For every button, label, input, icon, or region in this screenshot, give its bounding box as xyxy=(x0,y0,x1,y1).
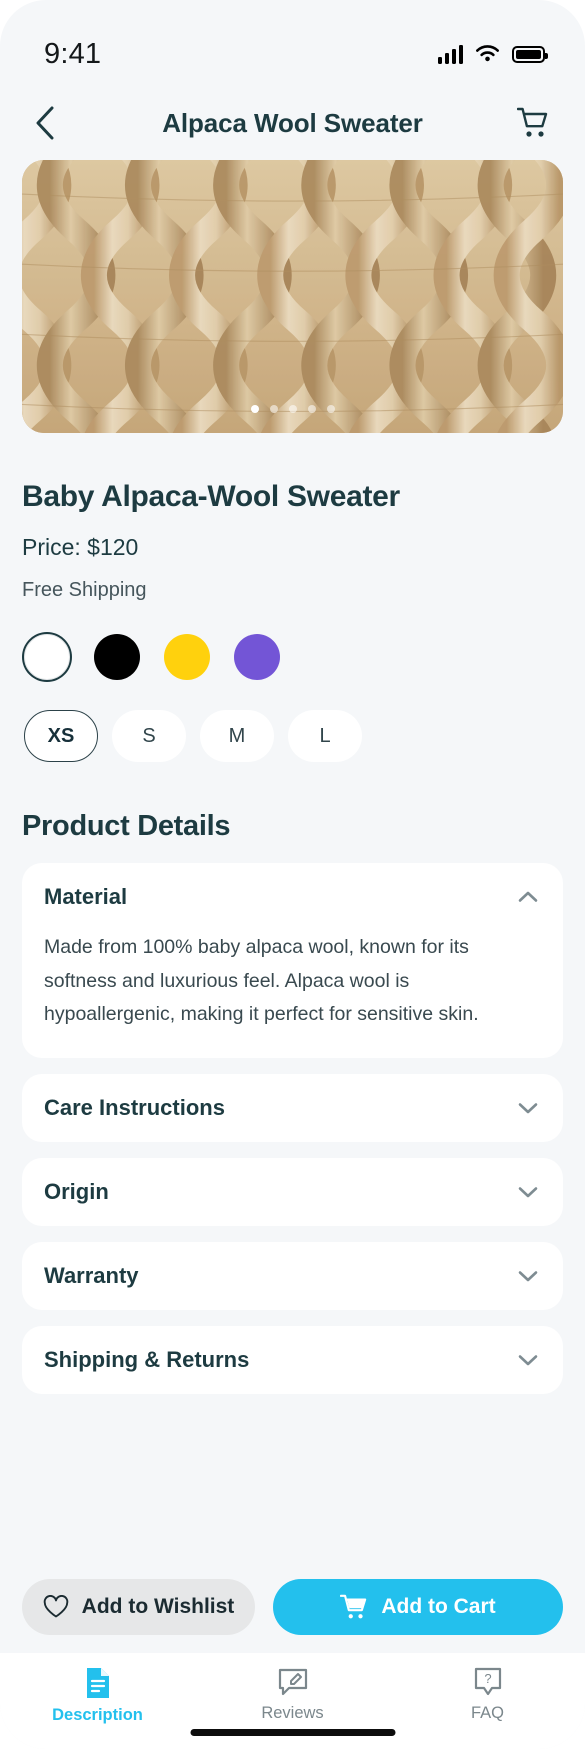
heart-outline-icon xyxy=(43,1595,68,1618)
tab-label: FAQ xyxy=(470,1704,504,1722)
accordion-header-material[interactable]: Material xyxy=(44,863,541,931)
status-time: 9:41 xyxy=(44,37,102,70)
phone-screen: 9:41 Alpaca Wool Sweater Baby Alpaca-Woo… xyxy=(0,0,585,1749)
chevron-down-icon[interactable] xyxy=(515,1263,541,1289)
add-to-wishlist-label: Add to Wishlist xyxy=(81,1595,235,1618)
product-image xyxy=(22,160,563,433)
tab-label: Description xyxy=(52,1706,143,1724)
tab-description[interactable]: Description xyxy=(0,1667,195,1725)
chevron-down-icon[interactable] xyxy=(515,1095,541,1121)
accordion-title: Warranty xyxy=(44,1262,139,1288)
accordion-title: Shipping & Returns xyxy=(44,1346,250,1372)
product-title: Baby Alpaca-Wool Sweater xyxy=(22,480,400,513)
carousel-dot-4[interactable] xyxy=(307,405,316,413)
question-bubble-icon: ? xyxy=(474,1667,501,1696)
accordion-care-instructions: Care Instructions xyxy=(22,1073,563,1142)
carousel-dots[interactable] xyxy=(22,405,563,413)
size-option-l[interactable]: L xyxy=(288,710,362,762)
tab-faq[interactable]: ? FAQ xyxy=(390,1667,585,1723)
accordion-header-origin[interactable]: Origin xyxy=(44,1158,541,1226)
carousel-dot-1[interactable] xyxy=(250,405,259,413)
document-icon xyxy=(86,1668,109,1698)
cellular-signal-icon xyxy=(437,44,463,64)
status-icons xyxy=(437,44,548,64)
color-swatch-purple[interactable] xyxy=(234,634,280,680)
page-title: Alpaca Wool Sweater xyxy=(162,107,423,138)
accordion-body-material: Made from 100% baby alpaca wool, known f… xyxy=(44,936,479,1026)
carousel-dot-3[interactable] xyxy=(288,405,297,413)
carousel-dot-5[interactable] xyxy=(326,405,335,413)
size-option-s[interactable]: S xyxy=(112,710,186,762)
add-to-cart-label: Add to Cart xyxy=(381,1595,496,1618)
color-swatch-white[interactable] xyxy=(24,634,70,680)
size-option-m[interactable]: M xyxy=(200,710,274,762)
cart-button[interactable] xyxy=(511,100,557,146)
accordion-header-care-instructions[interactable]: Care Instructions xyxy=(44,1074,541,1142)
color-swatch-black[interactable] xyxy=(94,634,140,680)
action-bar: Add to Wishlist Add to Cart xyxy=(0,1563,585,1653)
add-to-cart-button[interactable]: Add to Cart xyxy=(273,1579,563,1635)
add-to-wishlist-button[interactable]: Add to Wishlist xyxy=(22,1579,255,1635)
shipping-note: Free Shipping xyxy=(22,579,147,601)
product-image-carousel[interactable] xyxy=(22,160,563,433)
accordion-material: Material Made from 100% baby alpaca wool… xyxy=(22,863,563,1058)
accordion-shipping-returns: Shipping & Returns xyxy=(22,1325,563,1394)
product-price: Price: $120 xyxy=(22,534,139,560)
carousel-dot-2[interactable] xyxy=(269,405,278,413)
back-button[interactable] xyxy=(22,100,68,146)
accordion-title: Care Instructions xyxy=(44,1094,225,1120)
accordion-warranty: Warranty xyxy=(22,1241,563,1310)
shopping-cart-icon xyxy=(340,1594,367,1619)
size-options: XS S M L xyxy=(22,710,563,762)
chevron-down-icon[interactable] xyxy=(515,1347,541,1373)
size-option-xs[interactable]: XS xyxy=(24,710,98,762)
chevron-up-icon[interactable] xyxy=(515,884,541,910)
tab-reviews[interactable]: Reviews xyxy=(195,1667,390,1723)
tab-label: Reviews xyxy=(261,1704,324,1722)
home-indicator xyxy=(190,1729,395,1736)
shopping-cart-icon xyxy=(517,107,548,137)
color-swatch-yellow[interactable] xyxy=(164,634,210,680)
chevron-down-icon[interactable] xyxy=(515,1179,541,1205)
product-scroll-area[interactable]: Baby Alpaca-Wool Sweater Price: $120 Fre… xyxy=(0,160,585,1563)
product-details-heading: Product Details xyxy=(22,810,231,842)
wifi-icon xyxy=(476,45,499,62)
accordion-title: Origin xyxy=(44,1178,109,1204)
battery-icon xyxy=(512,45,548,63)
color-options xyxy=(22,634,563,680)
chevron-left-icon xyxy=(36,106,54,140)
svg-text:?: ? xyxy=(484,1671,491,1686)
status-bar: 9:41 xyxy=(0,0,585,86)
accordion-origin: Origin xyxy=(22,1157,563,1226)
navigation-bar: Alpaca Wool Sweater xyxy=(0,86,585,160)
accordion-title: Material xyxy=(44,884,128,909)
accordion-header-warranty[interactable]: Warranty xyxy=(44,1242,541,1310)
accordion-header-shipping-returns[interactable]: Shipping & Returns xyxy=(44,1326,541,1394)
review-pencil-icon xyxy=(278,1668,307,1696)
